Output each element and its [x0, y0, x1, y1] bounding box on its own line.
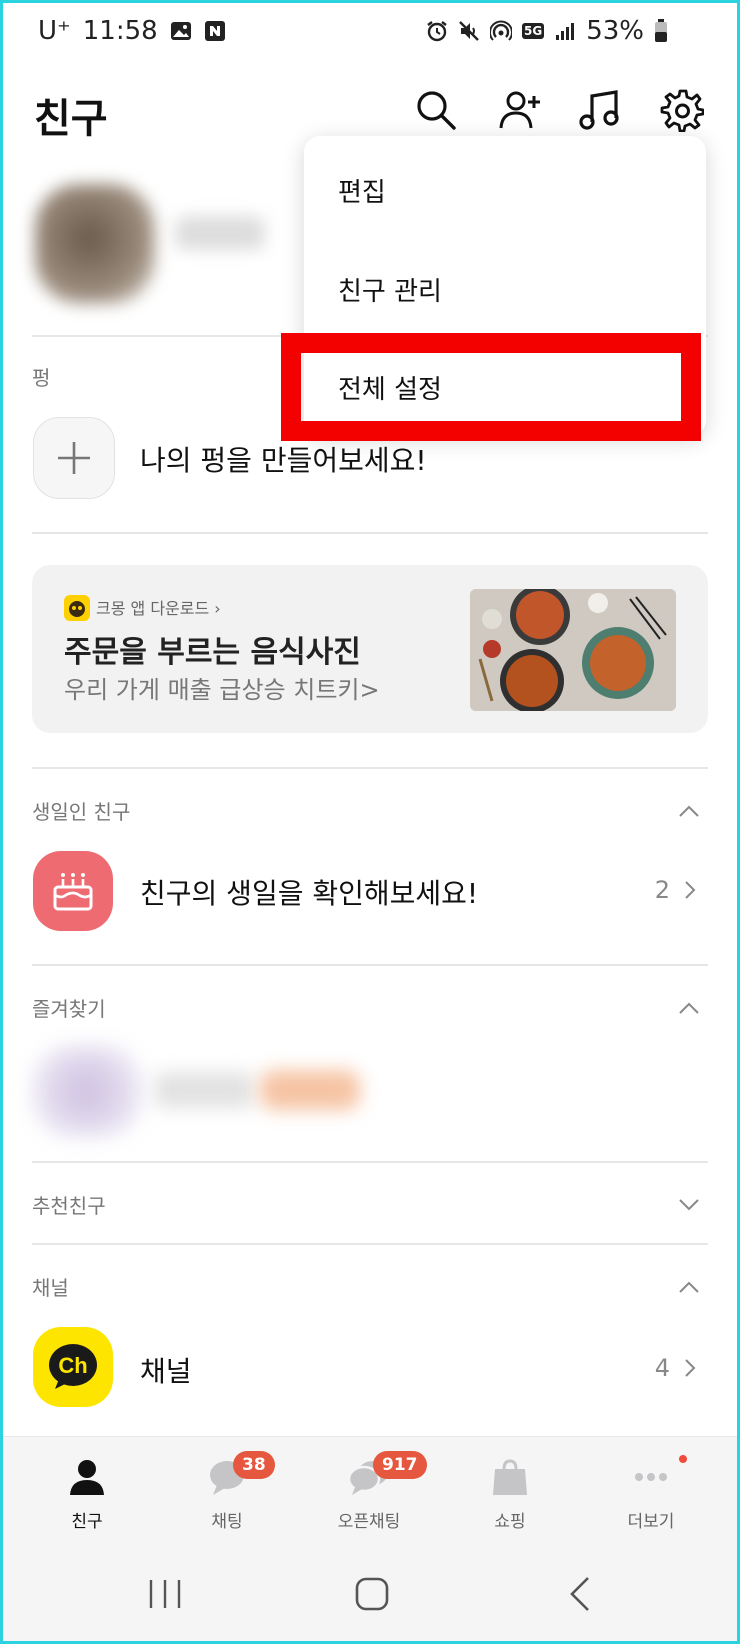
chevron-up-icon[interactable] — [678, 1001, 700, 1015]
divider — [32, 964, 708, 966]
gallery-icon — [170, 22, 191, 40]
divider — [32, 1243, 708, 1245]
birthday-prompt[interactable]: 친구의 생일을 확인해보세요! — [140, 872, 478, 912]
music-icon[interactable] — [578, 88, 622, 132]
network-type-label: 5G — [522, 23, 545, 39]
channel-count: 4 — [654, 1354, 670, 1382]
birthday-section-label: 생일인 친구 — [32, 800, 131, 824]
plus-icon — [58, 442, 90, 474]
chevron-up-icon[interactable] — [678, 1280, 700, 1294]
chevron-right-icon[interactable] — [684, 1358, 696, 1378]
channel-item-label[interactable]: 채널 — [140, 1350, 192, 1390]
tab-label: 쇼핑 — [494, 1512, 526, 1532]
new-notification-dot — [679, 1455, 687, 1463]
status-bar: U⁺ 11:58 5G 53% — [0, 0, 740, 70]
home-icon[interactable] — [354, 1576, 390, 1612]
shopping-bag-icon — [493, 1459, 527, 1495]
tab-label: 더보기 — [627, 1512, 675, 1532]
pyeong-prompt[interactable]: 나의 펑을 만들어보세요! — [140, 439, 427, 479]
channel-logo-icon: Ch — [33, 1327, 113, 1407]
system-navigation-bar — [0, 1544, 740, 1644]
profile-name — [175, 216, 265, 250]
tab-label: 친구 — [71, 1512, 103, 1532]
tab-label: 채팅 — [211, 1512, 243, 1532]
chats-unread-badge: 38 — [233, 1451, 275, 1479]
bottom-tab-bar: 친구 38 채팅 917 오픈채팅 쇼핑 더보기 — [0, 1436, 740, 1545]
tab-more[interactable]: 더보기 — [581, 1437, 721, 1545]
banner-subtitle: 우리 가게 매출 급상승 치트키> — [64, 676, 380, 704]
tab-open-chats[interactable]: 917 오픈채팅 — [299, 1437, 439, 1545]
mute-icon — [459, 21, 479, 41]
favorite-friend-item[interactable] — [24, 1040, 364, 1140]
channel-section-label: 채널 — [32, 1276, 69, 1300]
battery-icon — [655, 19, 667, 42]
food-photo-image — [470, 589, 676, 711]
birthday-count: 2 — [654, 876, 670, 904]
search-icon[interactable] — [414, 88, 458, 132]
menu-item-edit[interactable]: 편집 — [338, 172, 386, 209]
kmong-logo-icon — [64, 595, 90, 621]
person-icon — [70, 1460, 104, 1495]
open-chats-unread-badge: 917 — [373, 1451, 427, 1479]
banner-headline: 주문을 부르는 음식사진 — [64, 635, 361, 670]
alarm-icon — [427, 21, 447, 42]
chevron-up-icon[interactable] — [678, 804, 700, 818]
channel-logo-text: Ch — [58, 1353, 87, 1378]
birthday-cake-icon — [33, 851, 113, 931]
battery-percent: 53% — [586, 16, 644, 46]
divider — [32, 532, 708, 534]
tab-shopping[interactable]: 쇼핑 — [440, 1437, 580, 1545]
tab-label: 오픈채팅 — [337, 1512, 401, 1532]
chevron-down-icon[interactable] — [678, 1198, 700, 1212]
tab-friends[interactable]: 친구 — [17, 1437, 157, 1545]
add-friend-icon[interactable] — [498, 88, 542, 132]
back-icon[interactable] — [568, 1576, 592, 1612]
highlight-box — [281, 333, 701, 441]
menu-item-manage-friends[interactable]: 친구 관리 — [338, 271, 442, 308]
ad-banner[interactable]: 크몽 앱 다운로드 › 주문을 부르는 음식사진 우리 가게 매출 급상승 치트… — [32, 565, 708, 733]
banner-source: 크몽 앱 다운로드 › — [96, 599, 221, 618]
more-dots-icon — [635, 1473, 667, 1481]
divider — [32, 1161, 708, 1163]
my-profile[interactable] — [25, 176, 275, 312]
pyeong-section-label: 펑 — [32, 366, 51, 390]
time-label: 11:58 — [82, 16, 158, 46]
hotspot-icon — [490, 20, 512, 41]
favorites-section-label: 즐겨찾기 — [32, 997, 106, 1021]
divider — [32, 767, 708, 769]
recommended-section-label: 추천친구 — [32, 1194, 106, 1218]
signal-icon — [556, 23, 575, 40]
create-pyeong-button[interactable] — [33, 417, 115, 499]
profile-avatar — [35, 184, 155, 304]
chevron-right-icon[interactable] — [684, 880, 696, 900]
settings-gear-icon[interactable] — [660, 88, 704, 132]
tab-chats[interactable]: 38 채팅 — [157, 1437, 297, 1545]
carrier-label: U⁺ — [38, 16, 71, 46]
naver-icon — [204, 21, 225, 41]
recent-apps-icon[interactable] — [148, 1578, 182, 1610]
page-title: 친구 — [34, 96, 108, 142]
